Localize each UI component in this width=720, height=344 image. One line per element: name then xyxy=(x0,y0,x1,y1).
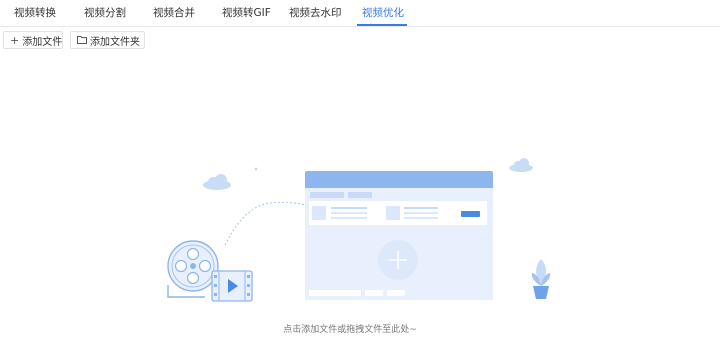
film-reel-icon xyxy=(167,240,219,298)
add-circle-icon[interactable] xyxy=(378,240,418,280)
app-window-illustration xyxy=(305,171,493,300)
cloud-icon xyxy=(203,174,231,190)
dashed-connector xyxy=(224,201,307,246)
cloud-icon xyxy=(509,158,533,172)
drop-hint-text: 点击添加文件或拖拽文件至此处~ xyxy=(283,325,417,335)
sparkle-dot xyxy=(254,167,258,171)
plant-icon xyxy=(531,259,551,299)
video-clip-icon xyxy=(211,270,253,302)
drop-zone-illustration[interactable] xyxy=(0,0,720,344)
